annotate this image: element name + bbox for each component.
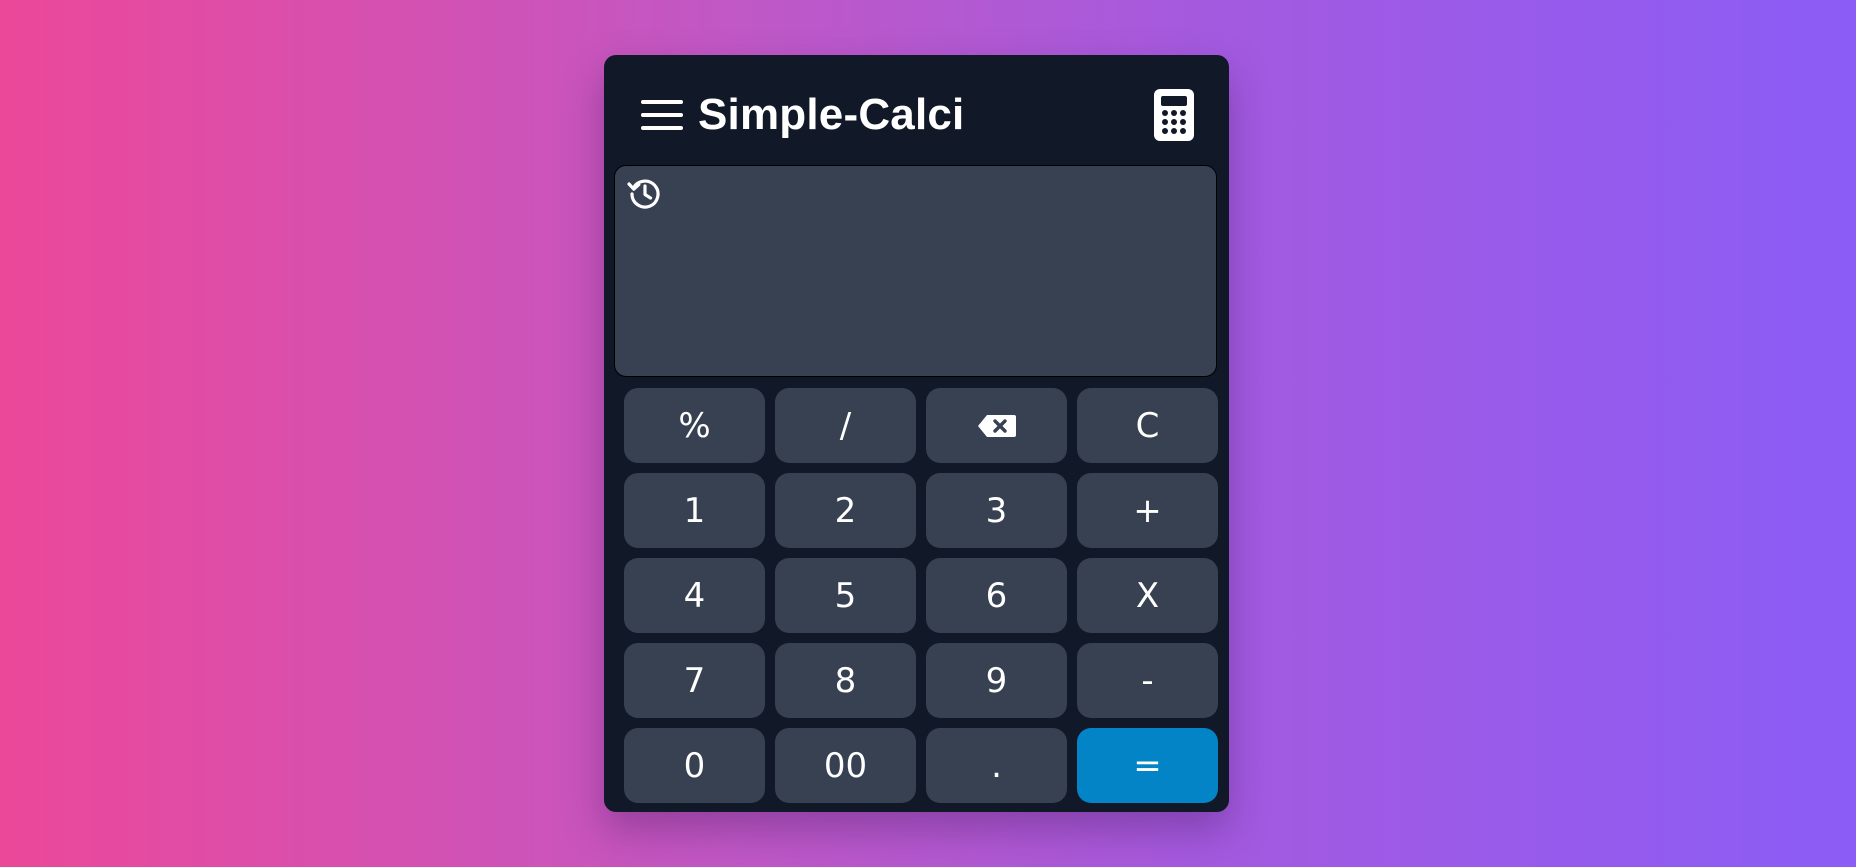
menu-bar-line — [641, 126, 683, 130]
calculator-display — [614, 165, 1217, 377]
clear-button[interactable]: C — [1077, 388, 1218, 463]
subtract-button[interactable]: - — [1077, 643, 1218, 718]
menu-bar-line — [641, 113, 683, 117]
calculator-icon — [1154, 89, 1194, 141]
digit-4-button[interactable]: 4 — [624, 558, 765, 633]
history-icon[interactable] — [627, 176, 663, 212]
digit-7-button[interactable]: 7 — [624, 643, 765, 718]
percent-button[interactable]: % — [624, 388, 765, 463]
digit-0-button[interactable]: 0 — [624, 728, 765, 803]
add-button[interactable]: + — [1077, 473, 1218, 548]
backspace-icon — [977, 414, 1016, 437]
digit-3-button[interactable]: 3 — [926, 473, 1067, 548]
hamburger-menu-icon[interactable] — [641, 100, 683, 132]
double-zero-button[interactable]: 00 — [775, 728, 916, 803]
backspace-button[interactable] — [926, 388, 1067, 463]
menu-bar-line — [641, 100, 683, 104]
equals-button[interactable]: = — [1077, 728, 1218, 803]
digit-5-button[interactable]: 5 — [775, 558, 916, 633]
digit-2-button[interactable]: 2 — [775, 473, 916, 548]
digit-9-button[interactable]: 9 — [926, 643, 1067, 718]
decimal-button[interactable]: . — [926, 728, 1067, 803]
app-title: Simple-Calci — [698, 90, 965, 139]
divide-button[interactable]: / — [775, 388, 916, 463]
calculator-header: Simple-Calci — [604, 55, 1229, 165]
digit-6-button[interactable]: 6 — [926, 558, 1067, 633]
digit-1-button[interactable]: 1 — [624, 473, 765, 548]
calculator-panel: Simple-Calci % / C 1 2 3 + 4 5 6 X 7 8 9… — [604, 55, 1229, 812]
digit-8-button[interactable]: 8 — [775, 643, 916, 718]
keypad: % / C 1 2 3 + 4 5 6 X 7 8 9 - 0 00 . = — [624, 388, 1218, 803]
multiply-button[interactable]: X — [1077, 558, 1218, 633]
